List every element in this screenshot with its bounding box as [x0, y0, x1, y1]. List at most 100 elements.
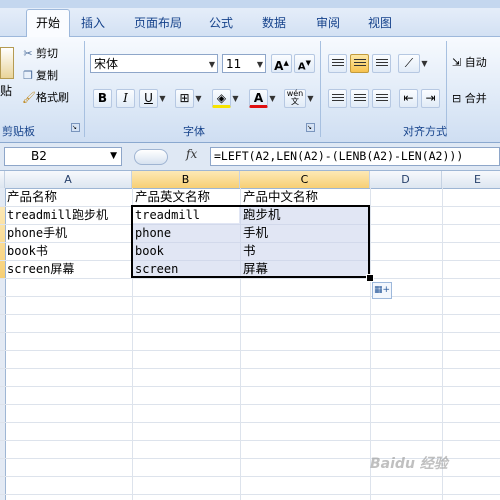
cell-c5[interactable]: 屏幕 — [241, 260, 268, 278]
bold-button[interactable]: B — [93, 89, 112, 108]
cell-c4[interactable]: 书 — [241, 242, 256, 260]
cut-button[interactable]: ✂ 剪切 — [22, 45, 58, 61]
cell-a1[interactable]: 产品名称 — [5, 188, 57, 206]
cell-a4[interactable]: book书 — [5, 242, 48, 260]
row-line — [0, 314, 500, 315]
cell-c3[interactable]: 手机 — [241, 224, 268, 242]
cell-b3[interactable]: phone — [133, 224, 171, 242]
borders-icon: ⊞ — [179, 91, 190, 105]
wrap-text-label: 自动 — [464, 56, 487, 69]
align-middle-icon — [353, 59, 366, 68]
tab-data[interactable]: 数据 — [262, 14, 286, 31]
column-header-d[interactable]: D — [370, 171, 442, 188]
worksheet-grid[interactable]: A B C D E 产品名称 产品英文名称 产品中文名称 treadmill跑步… — [0, 171, 500, 500]
column-header-c[interactable]: C — [240, 171, 370, 188]
cell-a3[interactable]: phone手机 — [5, 224, 67, 242]
increase-indent-button[interactable]: ⇥ — [421, 89, 440, 108]
row-line — [0, 440, 500, 441]
align-bottom-button[interactable] — [372, 54, 391, 73]
font-color-dropdown-icon[interactable]: ▼ — [268, 89, 277, 108]
orientation-dropdown-icon[interactable]: ▼ — [420, 54, 429, 73]
font-group-label: 字体 — [183, 125, 205, 138]
formula-cancel-enter-icon[interactable] — [134, 149, 168, 165]
phonetic-dropdown-icon[interactable]: ▼ — [306, 89, 315, 108]
fill-handle[interactable] — [366, 274, 374, 282]
cell-b2[interactable]: treadmill — [133, 206, 200, 224]
column-header-e[interactable]: E — [442, 171, 500, 188]
font-name-combo[interactable]: 宋体 ▼ — [90, 54, 218, 73]
row-line — [0, 332, 500, 333]
decrease-indent-button[interactable]: ⇤ — [399, 89, 418, 108]
formula-bar: B2 ▼ fx =LEFT(A2,LEN(A2)-(LENB(A2)-LEN(A… — [0, 143, 500, 171]
chevron-down-icon: ▼ — [208, 60, 215, 69]
tab-formulas[interactable]: 公式 — [209, 14, 233, 31]
format-painter-label: 格式刷 — [36, 91, 69, 104]
underline-button[interactable]: U — [139, 89, 158, 108]
column-header-a[interactable]: A — [5, 171, 132, 188]
cell-b4[interactable]: book — [133, 242, 164, 260]
tab-review[interactable]: 审阅 — [316, 14, 340, 31]
copy-label: 复制 — [36, 69, 58, 82]
copy-button[interactable]: ❐ 复制 — [22, 67, 58, 83]
tab-view[interactable]: 视图 — [368, 14, 392, 31]
column-header-bar: A B C D E — [0, 171, 500, 189]
fill-color-dropdown-icon[interactable]: ▼ — [231, 89, 240, 108]
tab-insert[interactable]: 插入 — [81, 14, 105, 31]
grow-font-button[interactable]: A▲ — [271, 54, 292, 73]
row-line — [0, 368, 500, 369]
cell-c2[interactable]: 跑步机 — [241, 206, 281, 224]
row-line — [0, 494, 500, 495]
font-size-value: 11 — [226, 57, 242, 71]
font-name-value: 宋体 — [94, 57, 119, 71]
group-separator — [320, 41, 321, 137]
insert-function-button[interactable]: fx — [186, 147, 197, 161]
clipboard-launcher-icon[interactable]: ↘ — [71, 123, 80, 132]
italic-button[interactable]: I — [116, 89, 135, 108]
ribbon-tab-bar: 开始 插入 页面布局 公式 数据 审阅 视图 — [0, 0, 500, 37]
cell-b5[interactable]: screen — [133, 260, 178, 278]
row-line — [0, 404, 500, 405]
formula-input[interactable]: =LEFT(A2,LEN(A2)-(LENB(A2)-LEN(A2))) — [210, 147, 500, 166]
fill-color-button[interactable]: ◈ — [212, 89, 231, 108]
cell-a5[interactable]: screen屏幕 — [5, 260, 74, 278]
watermark-logo: Baidu 经验 — [370, 456, 448, 472]
merge-label: 合并 — [464, 92, 487, 105]
align-middle-button[interactable] — [350, 54, 369, 73]
row-line — [0, 422, 500, 423]
cell-a2[interactable]: treadmill跑步机 — [5, 206, 108, 224]
align-right-button[interactable] — [372, 89, 391, 108]
align-left-icon — [331, 94, 344, 103]
auto-fill-options-icon[interactable]: ▦+ — [372, 282, 392, 299]
merge-icon: ⊟ — [452, 92, 462, 105]
align-bottom-icon — [375, 59, 388, 68]
row-line — [0, 476, 500, 477]
tab-page-layout[interactable]: 页面布局 — [134, 14, 182, 31]
column-header-b[interactable]: B — [132, 171, 240, 188]
cut-label: 剪切 — [36, 47, 58, 60]
borders-dropdown-icon[interactable]: ▼ — [194, 89, 203, 108]
align-top-button[interactable] — [328, 54, 347, 73]
font-size-combo[interactable]: 11 ▼ — [222, 54, 266, 73]
outdent-icon: ⇤ — [403, 91, 414, 105]
orientation-button[interactable]: ⟋ — [398, 54, 420, 73]
row-header[interactable] — [0, 278, 6, 500]
cell-b1[interactable]: 产品英文名称 — [133, 188, 210, 206]
cell-c1[interactable]: 产品中文名称 — [241, 188, 318, 206]
font-color-button[interactable]: A — [249, 89, 268, 108]
ribbon: 贴 ✂ 剪切 ❐ 复制 🖌格式刷 剪贴板 ↘ 宋体 ▼ 11 ▼ A▲ A▼ B I… — [0, 37, 500, 143]
phonetic-button[interactable]: wén 文 — [284, 89, 306, 108]
wrap-text-button[interactable]: ⇲ 自动 — [452, 54, 487, 70]
underline-dropdown-icon[interactable]: ▼ — [158, 89, 167, 108]
name-box[interactable]: B2 ▼ — [4, 147, 122, 166]
shrink-font-button[interactable]: A▼ — [294, 54, 315, 73]
merge-center-button[interactable]: ⊟ 合并 — [452, 90, 487, 106]
align-center-button[interactable] — [350, 89, 369, 108]
chevron-down-icon: ▼ — [110, 151, 117, 161]
paste-icon[interactable] — [0, 47, 14, 79]
paste-label[interactable]: 贴 — [0, 82, 12, 99]
tab-home[interactable]: 开始 — [26, 9, 71, 37]
align-left-button[interactable] — [328, 89, 347, 108]
borders-button[interactable]: ⊞ — [175, 89, 194, 108]
format-painter-button[interactable]: 🖌格式刷 — [22, 89, 69, 105]
font-launcher-icon[interactable]: ↘ — [306, 123, 315, 132]
